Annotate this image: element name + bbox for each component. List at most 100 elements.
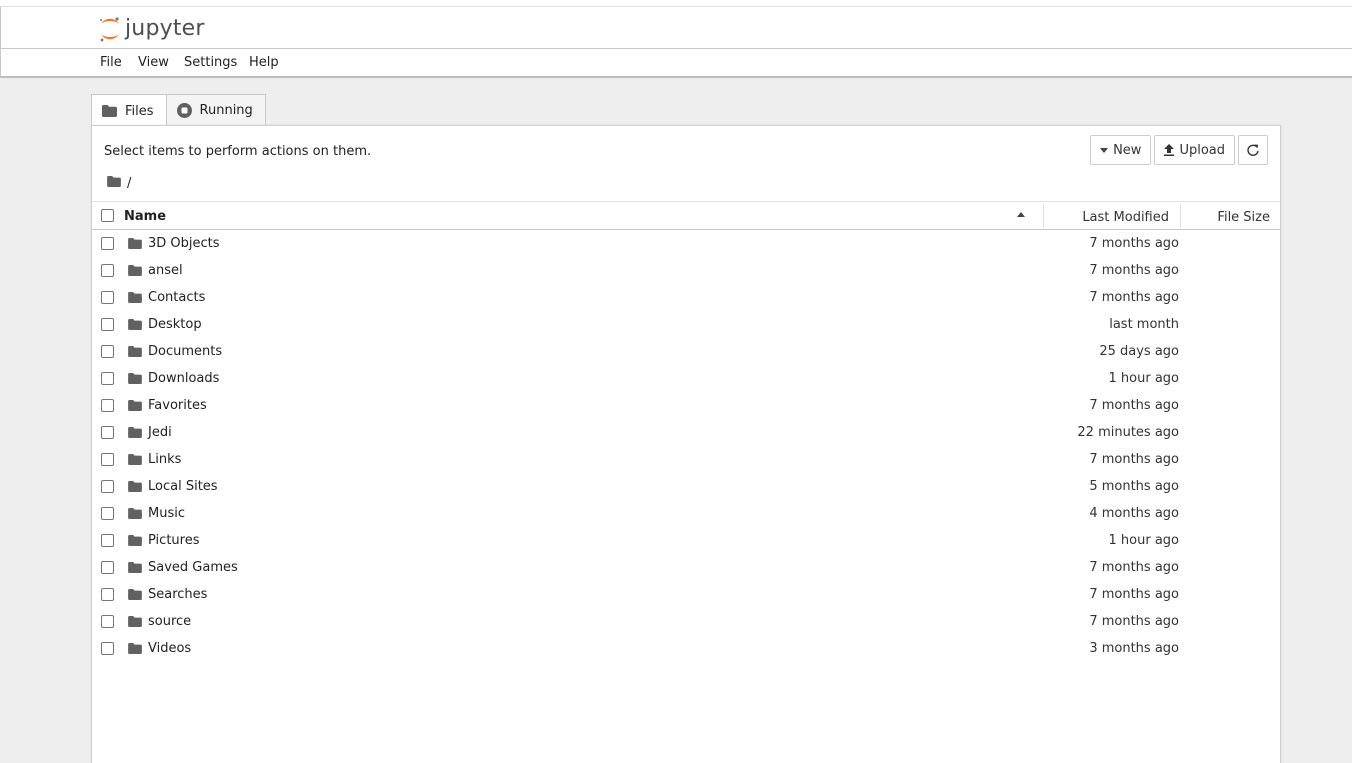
row-checkbox[interactable] <box>101 291 114 304</box>
row-checkbox[interactable] <box>101 615 114 628</box>
file-name[interactable]: 3D Objects <box>148 236 220 251</box>
refresh-button[interactable] <box>1238 135 1268 165</box>
row-checkbox[interactable] <box>101 507 114 520</box>
folder-icon <box>128 616 142 627</box>
file-last-modified: 7 months ago <box>1089 560 1179 575</box>
row-checkbox[interactable] <box>101 534 114 547</box>
row-checkbox[interactable] <box>101 318 114 331</box>
file-row[interactable]: ansel 7 months ago <box>92 257 1280 284</box>
row-checkbox[interactable] <box>101 453 114 466</box>
file-name[interactable]: Local Sites <box>148 479 218 494</box>
column-divider[interactable] <box>1043 205 1044 227</box>
file-last-modified: 5 months ago <box>1089 479 1179 494</box>
row-checkbox[interactable] <box>101 588 114 601</box>
row-checkbox[interactable] <box>101 345 114 358</box>
file-row[interactable]: Links 7 months ago <box>92 446 1280 473</box>
folder-icon <box>102 105 117 117</box>
file-name[interactable]: Desktop <box>148 317 202 332</box>
row-checkbox[interactable] <box>101 480 114 493</box>
sort-ascending-icon <box>1017 212 1025 217</box>
menu-view[interactable]: View <box>138 55 169 70</box>
file-last-modified: 25 days ago <box>1099 344 1179 359</box>
menu-bar: File View Settings Help <box>0 49 1352 78</box>
file-name[interactable]: Links <box>148 452 181 467</box>
folder-icon <box>128 373 142 384</box>
file-row[interactable]: Downloads 1 hour ago <box>92 365 1280 392</box>
folder-icon <box>128 400 142 411</box>
select-all-checkbox[interactable] <box>101 209 114 222</box>
column-name[interactable]: Name <box>124 209 166 224</box>
file-last-modified: 7 months ago <box>1089 452 1179 467</box>
file-last-modified: 7 months ago <box>1089 236 1179 251</box>
file-last-modified: 3 months ago <box>1089 641 1179 656</box>
row-checkbox[interactable] <box>101 237 114 250</box>
menu-help[interactable]: Help <box>249 55 279 70</box>
selection-hint: Select items to perform actions on them. <box>104 144 372 159</box>
breadcrumb-home-folder-icon[interactable] <box>107 176 121 191</box>
row-checkbox[interactable] <box>101 561 114 574</box>
upload-icon <box>1164 144 1175 156</box>
file-name[interactable]: Pictures <box>148 533 199 548</box>
menu-settings[interactable]: Settings <box>184 55 237 70</box>
column-divider[interactable] <box>1180 205 1181 227</box>
tab-running-label: Running <box>199 103 253 118</box>
folder-icon <box>128 346 142 357</box>
upload-button[interactable]: Upload <box>1154 135 1235 165</box>
file-row[interactable]: 3D Objects 7 months ago <box>92 230 1280 257</box>
folder-icon <box>128 535 142 546</box>
file-row[interactable]: Music 4 months ago <box>92 500 1280 527</box>
file-name[interactable]: Jedi <box>148 425 172 440</box>
column-last-modified[interactable]: Last Modified <box>1082 210 1169 225</box>
file-row[interactable]: source 7 months ago <box>92 608 1280 635</box>
file-name[interactable]: Videos <box>148 641 191 656</box>
row-checkbox[interactable] <box>101 642 114 655</box>
folder-icon <box>128 427 142 438</box>
file-name[interactable]: Documents <box>148 344 222 359</box>
menu-file[interactable]: File <box>100 55 122 70</box>
file-row[interactable]: Desktop last month <box>92 311 1280 338</box>
file-row[interactable]: Contacts 7 months ago <box>92 284 1280 311</box>
folder-icon <box>128 454 142 465</box>
file-last-modified: 7 months ago <box>1089 614 1179 629</box>
tab-running[interactable]: Running <box>165 94 266 126</box>
file-name[interactable]: Searches <box>148 587 207 602</box>
file-row[interactable]: Searches 7 months ago <box>92 581 1280 608</box>
file-row[interactable]: Saved Games 7 months ago <box>92 554 1280 581</box>
folder-icon <box>128 238 142 249</box>
folder-icon <box>128 643 142 654</box>
file-name[interactable]: Saved Games <box>148 560 238 575</box>
file-last-modified: last month <box>1109 317 1179 332</box>
file-row[interactable]: Jedi 22 minutes ago <box>92 419 1280 446</box>
row-checkbox[interactable] <box>101 399 114 412</box>
jupyter-logo[interactable]: jupyter <box>98 14 205 44</box>
file-last-modified: 7 months ago <box>1089 587 1179 602</box>
row-checkbox[interactable] <box>101 426 114 439</box>
row-checkbox[interactable] <box>101 264 114 277</box>
logo-text: jupyter <box>125 16 205 41</box>
folder-icon <box>128 589 142 600</box>
jupyter-logo-icon <box>98 14 122 44</box>
file-name[interactable]: source <box>148 614 191 629</box>
file-name[interactable]: Music <box>148 506 185 521</box>
file-row[interactable]: Pictures 1 hour ago <box>92 527 1280 554</box>
file-name[interactable]: ansel <box>148 263 183 278</box>
refresh-icon <box>1247 144 1259 156</box>
file-list-header: Name Last Modified File Size <box>92 201 1280 230</box>
folder-icon <box>128 562 142 573</box>
file-last-modified: 4 months ago <box>1089 506 1179 521</box>
file-row[interactable]: Videos 3 months ago <box>92 635 1280 662</box>
folder-icon <box>128 265 142 276</box>
file-list: 3D Objects 7 months ago ansel 7 months ago C… <box>92 230 1280 662</box>
file-name[interactable]: Favorites <box>148 398 207 413</box>
file-row[interactable]: Favorites 7 months ago <box>92 392 1280 419</box>
column-file-size[interactable]: File Size <box>1217 210 1270 225</box>
new-button[interactable]: New <box>1090 135 1152 165</box>
breadcrumb-path[interactable]: / <box>127 176 131 191</box>
file-name[interactable]: Contacts <box>148 290 205 305</box>
file-name[interactable]: Downloads <box>148 371 219 386</box>
file-row[interactable]: Local Sites 5 months ago <box>92 473 1280 500</box>
row-checkbox[interactable] <box>101 372 114 385</box>
tab-files[interactable]: Files <box>91 94 167 127</box>
file-last-modified: 1 hour ago <box>1108 533 1179 548</box>
file-row[interactable]: Documents 25 days ago <box>92 338 1280 365</box>
